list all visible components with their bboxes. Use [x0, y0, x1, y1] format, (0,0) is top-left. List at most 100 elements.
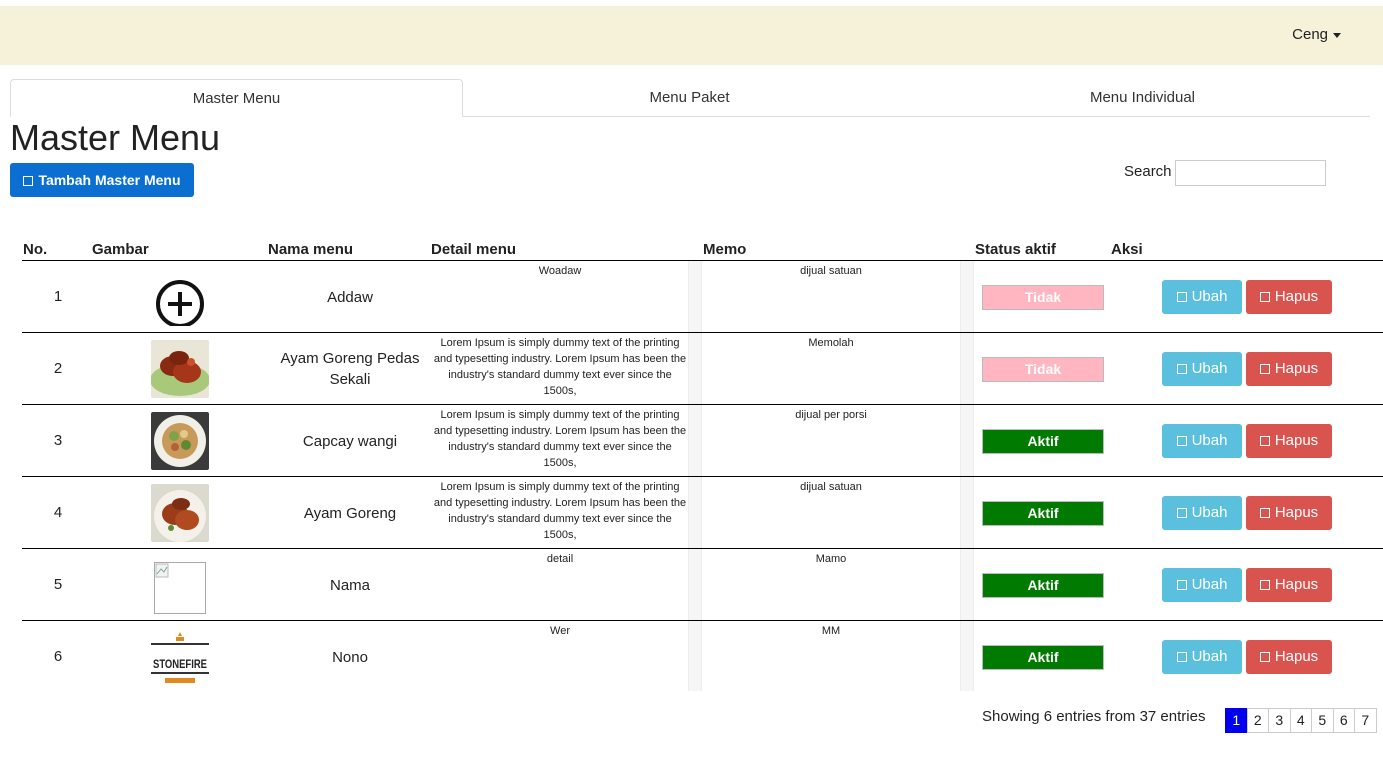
square-icon	[1176, 364, 1187, 374]
menu-memo: dijual satuan	[800, 481, 862, 493]
delete-button[interactable]: Hapus	[1246, 424, 1332, 458]
column-divider	[688, 621, 702, 691]
column-divider	[960, 549, 974, 621]
fried-chicken-photo	[150, 340, 210, 398]
search-input[interactable]	[1175, 160, 1326, 186]
status-badge: Aktif	[982, 645, 1104, 670]
square-icon	[23, 176, 34, 186]
tab-menu-paket[interactable]: Menu Paket	[463, 79, 916, 117]
tab-menu-individual[interactable]: Menu Individual	[916, 79, 1369, 117]
row-number: 5	[53, 576, 63, 593]
menu-name: Ayam Goreng	[303, 504, 397, 522]
column-divider	[688, 261, 702, 333]
status-badge: Tidak	[982, 357, 1104, 382]
edit-label: Ubah	[1191, 648, 1228, 665]
col-header-no: No.	[23, 241, 48, 258]
edit-button[interactable]: Ubah	[1162, 424, 1242, 458]
table-row: 2 Ayam Goreng Pedas Sekali Lorem Ipsum i…	[22, 333, 1383, 405]
square-icon	[1259, 508, 1270, 518]
menu-memo: dijual satuan	[800, 265, 862, 277]
table-row: 5 Nama detail Mamo Aktif Ubah Hapus	[22, 549, 1383, 621]
edit-label: Ubah	[1191, 288, 1228, 305]
table-row: 6 STONEFIRE Nono Wer MM Aktif Ubah Hapus	[22, 621, 1383, 693]
delete-button[interactable]: Hapus	[1246, 568, 1332, 602]
delete-button[interactable]: Hapus	[1246, 496, 1332, 530]
menu-name: Ayam Goreng Pedas Sekali	[280, 350, 420, 388]
edit-button[interactable]: Ubah	[1162, 568, 1242, 602]
page-link-2[interactable]: 2	[1246, 708, 1269, 733]
row-number: 4	[53, 504, 63, 521]
tab-master-menu[interactable]: Master Menu	[10, 79, 463, 117]
plus-circle-icon	[151, 268, 209, 328]
menu-detail: detail	[546, 553, 574, 565]
menu-detail: Lorem Ipsum is simply dummy text of the …	[433, 409, 687, 469]
square-icon	[1176, 292, 1187, 302]
page-link-5[interactable]: 5	[1311, 708, 1334, 733]
column-divider	[688, 477, 702, 549]
edit-button[interactable]: Ubah	[1162, 496, 1242, 530]
column-divider	[960, 621, 974, 691]
delete-label: Hapus	[1274, 432, 1319, 449]
menu-name: Capcay wangi	[302, 432, 398, 450]
menu-detail: Wer	[550, 625, 570, 637]
col-header-nama-menu: Nama menu	[268, 241, 354, 258]
page-title: Master Menu	[10, 117, 221, 158]
status-badge: Aktif	[982, 429, 1104, 454]
delete-button[interactable]: Hapus	[1246, 352, 1332, 386]
user-dropdown[interactable]: Ceng	[1292, 26, 1341, 43]
column-divider	[960, 333, 974, 405]
page-link-1[interactable]: 1	[1225, 708, 1248, 733]
edit-label: Ubah	[1191, 576, 1228, 593]
top-navbar: Ceng	[0, 6, 1383, 65]
delete-label: Hapus	[1274, 504, 1319, 521]
add-button-label: Tambah Master Menu	[38, 172, 181, 188]
square-icon	[1259, 580, 1270, 590]
edit-label: Ubah	[1191, 504, 1228, 521]
page-link-3[interactable]: 3	[1268, 708, 1291, 733]
menu-name: Nama	[329, 576, 370, 594]
square-icon	[1176, 652, 1187, 662]
delete-label: Hapus	[1274, 576, 1319, 593]
square-icon	[1259, 364, 1270, 374]
capcay-photo	[151, 412, 209, 470]
pagination: 1 2 3 4 5 6 7	[1225, 708, 1377, 733]
col-header-gambar: Gambar	[92, 241, 149, 258]
edit-button[interactable]: Ubah	[1162, 352, 1242, 386]
square-icon	[1259, 292, 1270, 302]
menu-memo: dijual per porsi	[795, 409, 867, 421]
tab-bar: Master Menu Menu Paket Menu Individual	[10, 79, 1370, 117]
column-divider	[688, 405, 702, 477]
delete-label: Hapus	[1274, 360, 1319, 377]
user-name: Ceng	[1292, 26, 1328, 43]
menu-detail: Woadaw	[538, 265, 582, 277]
page-link-7[interactable]: 7	[1354, 708, 1377, 733]
edit-button[interactable]: Ubah	[1162, 640, 1242, 674]
status-badge: Tidak	[982, 285, 1104, 310]
column-divider	[960, 405, 974, 477]
menu-memo: MM	[821, 625, 841, 637]
broken-image-icon	[151, 556, 209, 614]
add-master-menu-button[interactable]: Tambah Master Menu	[10, 163, 194, 197]
delete-button[interactable]: Hapus	[1246, 640, 1332, 674]
menu-memo: Memolah	[808, 337, 854, 349]
search-label: Search	[1124, 163, 1172, 180]
delete-label: Hapus	[1274, 648, 1319, 665]
fried-chicken-photo	[151, 484, 209, 542]
status-badge: Aktif	[982, 573, 1104, 598]
edit-button[interactable]: Ubah	[1162, 280, 1242, 314]
square-icon	[1259, 652, 1270, 662]
col-header-aksi: Aksi	[1111, 241, 1143, 258]
delete-label: Hapus	[1274, 288, 1319, 305]
caret-down-icon	[1333, 32, 1341, 38]
square-icon	[1176, 436, 1187, 446]
row-number: 6	[53, 648, 63, 665]
page-link-4[interactable]: 4	[1289, 708, 1312, 733]
row-number: 2	[53, 360, 63, 377]
menu-name: Nono	[332, 648, 368, 666]
entries-info: Showing 6 entries from 37 entries	[982, 708, 1206, 725]
square-icon	[1259, 436, 1270, 446]
delete-button[interactable]: Hapus	[1246, 280, 1332, 314]
edit-label: Ubah	[1191, 360, 1228, 377]
table-row: 4 Ayam Goreng Lorem Ipsum is simply dumm…	[22, 477, 1383, 549]
page-link-6[interactable]: 6	[1332, 708, 1355, 733]
